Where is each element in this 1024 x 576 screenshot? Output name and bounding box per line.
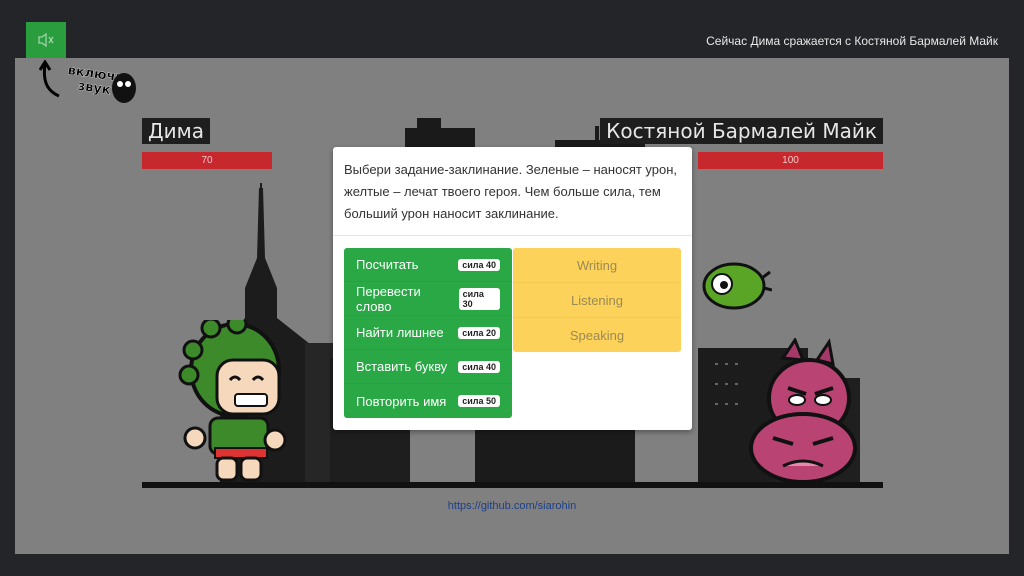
enemy-name: Костяной Бармалей Майк [600, 118, 883, 144]
sound-toggle-button[interactable] [26, 22, 66, 58]
power-badge: сила 40 [458, 258, 500, 271]
hero-dino-character [178, 320, 287, 482]
heal-spell-item[interactable]: Listening [513, 283, 681, 318]
power-badge: сила 40 [458, 360, 500, 373]
hero-name: Дима [142, 118, 210, 144]
sound-hint-badge: включи звук [39, 60, 139, 112]
attack-spell-item[interactable]: Повторить имя сила 50 [344, 384, 512, 418]
heal-spell-list: Writing Listening Speaking [513, 248, 681, 352]
hint-blob-mascot-icon [112, 73, 136, 103]
enemy-hp-value: 100 [782, 155, 799, 166]
attack-spell-label: Посчитать [356, 257, 419, 272]
heal-spell-item[interactable]: Writing [513, 248, 681, 283]
flying-green-monster [702, 262, 772, 310]
ground-line [142, 482, 883, 488]
battle-status-text: Сейчас Дима сражается с Костяной Бармале… [706, 34, 998, 48]
power-badge: сила 50 [458, 395, 500, 407]
hero-hp-bar: 70 [142, 152, 272, 169]
attack-spell-label: Повторить имя [356, 393, 447, 409]
attack-spell-item[interactable]: Перевести слово сила 30 [344, 282, 512, 316]
attack-spell-item[interactable]: Найти лишнее сила 20 [344, 316, 512, 350]
hero-hp-value: 70 [201, 155, 213, 166]
top-bar: Сейчас Дима сражается с Костяной Бармале… [0, 0, 1024, 58]
attack-spell-label: Найти лишнее [356, 325, 444, 340]
attack-spell-list: Посчитать сила 40 Перевести слово сила 3… [344, 248, 512, 418]
speaker-muted-icon [38, 32, 54, 48]
enemy-hp-bar: 100 [698, 152, 883, 169]
heal-spell-item[interactable]: Speaking [513, 318, 681, 352]
modal-prompt: Выбери задание-заклинание. Зеленые – нан… [344, 162, 678, 221]
power-badge: сила 30 [458, 287, 500, 310]
enemy-monster-character [749, 338, 857, 484]
attack-spell-item[interactable]: Посчитать сила 40 [344, 248, 512, 282]
github-link[interactable]: https://github.com/siarohin [15, 500, 1009, 512]
modal-divider [333, 235, 692, 236]
attack-spell-label: Вставить букву [356, 359, 448, 374]
attack-spell-item[interactable]: Вставить букву сила 40 [344, 350, 512, 384]
spell-selection-modal: Выбери задание-заклинание. Зеленые – нан… [333, 147, 692, 430]
power-badge: сила 20 [458, 326, 500, 339]
attack-spell-label: Перевести слово [356, 283, 421, 314]
